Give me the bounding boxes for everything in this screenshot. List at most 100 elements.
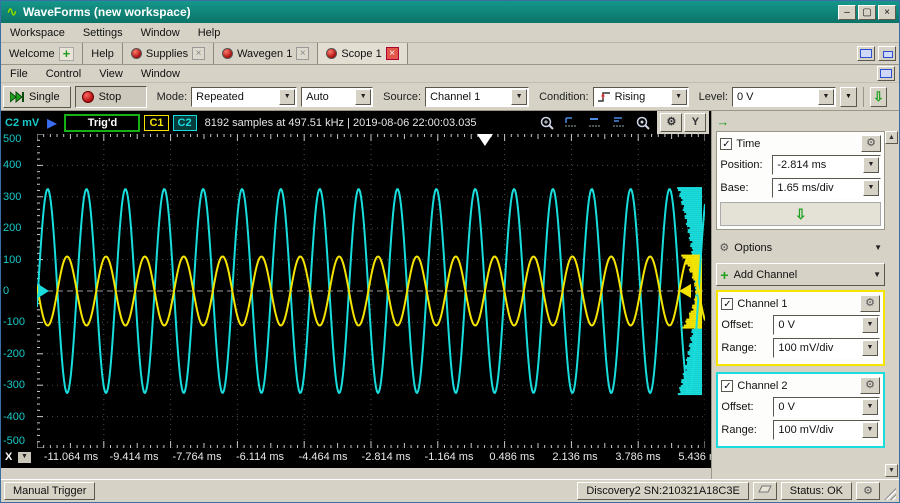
status-indicator[interactable]: Status: OK xyxy=(780,482,852,500)
channel1-settings-button[interactable]: ⚙ xyxy=(860,295,880,312)
tab-scope-1[interactable]: Scope 1 × xyxy=(318,43,408,64)
tab-close-icon[interactable]: × xyxy=(385,47,399,60)
x-axis-name[interactable]: X xyxy=(5,451,12,463)
resize-grip[interactable] xyxy=(884,488,896,500)
mdi-restore-button[interactable] xyxy=(877,66,895,81)
mode-value: Repeated xyxy=(196,90,244,103)
main-area: C2 mV ▶ Trig'd C1 C2 8192 samples at 497… xyxy=(1,111,899,479)
time-settings-button[interactable]: ⚙ xyxy=(861,135,881,152)
menu-item-view[interactable]: View xyxy=(90,66,132,82)
cursor-normal-icon[interactable] xyxy=(585,114,605,132)
condition-value: Rising xyxy=(614,90,646,103)
collapse-toolbar-button[interactable]: ⇩ xyxy=(869,86,887,107)
tab-help[interactable]: Help xyxy=(83,43,123,64)
maximize-button[interactable]: ▢ xyxy=(858,4,876,20)
menu-item-window[interactable]: Window xyxy=(132,66,189,82)
level-select[interactable]: 0 V ▼ xyxy=(731,86,836,107)
channel2-range-select[interactable]: 100 mV/div ▼ xyxy=(773,420,880,440)
channel1-checkbox[interactable]: ✓ xyxy=(721,297,734,310)
channel2-offset-value: 0 V xyxy=(778,401,795,413)
chevron-down-icon[interactable]: ▼ xyxy=(862,340,878,356)
options-row[interactable]: ⚙ Options ▼ xyxy=(716,236,885,259)
tab-wavegen-1[interactable]: Wavegen 1 × xyxy=(214,43,319,64)
log-button[interactable] xyxy=(752,482,777,500)
mdi-tile-button[interactable] xyxy=(878,46,896,61)
zoom-settings-icon[interactable] xyxy=(633,114,653,132)
scope-plot-canvas[interactable] xyxy=(36,133,706,449)
base-select[interactable]: 1.65 ms/div ▼ xyxy=(772,178,881,198)
chevron-down-icon[interactable]: ▼ xyxy=(863,180,879,196)
menu-item-file[interactable]: File xyxy=(1,66,37,82)
scope-display-column: C2 mV ▶ Trig'd C1 C2 8192 samples at 497… xyxy=(1,111,724,479)
chevron-down-icon[interactable]: ▼ xyxy=(862,399,878,415)
stop-button[interactable]: Stop xyxy=(74,85,147,108)
channel1-range-value: 100 mV/div xyxy=(778,342,834,354)
chevron-down-icon[interactable]: ▼ xyxy=(355,88,372,105)
panel-scroll-down-button[interactable]: ▼ xyxy=(885,464,898,477)
menu-item-settings[interactable]: Settings xyxy=(74,25,132,41)
chevron-down-icon[interactable]: ▼ xyxy=(279,88,296,105)
menu-item-window[interactable]: Window xyxy=(132,25,189,41)
add-channel-button[interactable]: + Add Channel ▼ xyxy=(716,263,885,286)
stop-icon xyxy=(81,90,94,103)
cursor-y-icon[interactable] xyxy=(609,114,629,132)
menu-item-workspace[interactable]: Workspace xyxy=(1,25,74,41)
channel2-offset-marker[interactable] xyxy=(38,284,49,298)
green-right-arrow-icon[interactable]: → xyxy=(716,113,729,131)
channel2-group: ✓ Channel 2 ⚙ Offset: 0 V ▼ Range: 100 m… xyxy=(716,372,885,448)
chevron-down-icon[interactable]: ▼ xyxy=(670,88,687,105)
source-select[interactable]: Channel 1 ▼ xyxy=(425,86,530,107)
channel2-offset-select[interactable]: 0 V ▼ xyxy=(773,397,880,417)
zoom-in-icon[interactable] xyxy=(537,114,557,132)
green-down-arrow-icon: ⇩ xyxy=(873,88,884,104)
channel1-offset-select[interactable]: 0 V ▼ xyxy=(773,315,880,335)
mode-select[interactable]: Repeated ▼ xyxy=(191,86,298,107)
tab-close-icon[interactable]: × xyxy=(192,47,206,60)
device-info[interactable]: Discovery2 SN:210321A18C3E xyxy=(577,482,749,500)
gear-icon: ⚙ xyxy=(865,379,875,391)
tab-welcome[interactable]: Welcome + xyxy=(1,43,84,64)
status-settings-button[interactable]: ⚙ xyxy=(856,482,880,500)
window-title: WaveForms (new workspace) xyxy=(23,5,191,19)
channel1-title: Channel 1 xyxy=(737,297,788,310)
tab-supplies[interactable]: Supplies × xyxy=(123,43,215,64)
channel2-badge[interactable]: C2 xyxy=(172,114,197,131)
channel1-badge[interactable]: C1 xyxy=(144,114,169,131)
menu-item-help[interactable]: Help xyxy=(189,25,230,41)
time-checkbox[interactable]: ✓ xyxy=(720,137,733,150)
tab-close-icon[interactable]: × xyxy=(296,47,310,60)
panel-scroll-up-button[interactable]: ▲ xyxy=(885,131,898,144)
x-axis-dropdown[interactable]: ▼ xyxy=(18,452,31,463)
scope-bottom-gap xyxy=(1,468,712,479)
chevron-down-icon[interactable]: ▼ xyxy=(862,422,878,438)
y-axis-unit-label[interactable]: C2 mV xyxy=(3,117,39,129)
manual-trigger-button[interactable]: Manual Trigger xyxy=(4,482,96,500)
toolbar-overflow-button[interactable]: ▼ xyxy=(839,86,857,107)
single-button[interactable]: Single xyxy=(3,85,71,108)
trigger-position-marker[interactable] xyxy=(476,134,493,146)
chevron-down-icon[interactable]: ▼ xyxy=(817,88,834,105)
close-button[interactable]: × xyxy=(878,4,896,20)
plot-settings-button[interactable]: ⚙ xyxy=(660,113,683,132)
tab-label: Wavegen 1 xyxy=(237,47,293,60)
channel2-settings-button[interactable]: ⚙ xyxy=(860,377,880,394)
mdi-cascade-button[interactable] xyxy=(857,46,875,61)
x-tick-label: -9.414 ms xyxy=(109,451,159,463)
minimize-button[interactable]: – xyxy=(838,4,856,20)
time-expand-button[interactable]: ⇩ xyxy=(720,202,881,226)
oscilloscope-plot[interactable] xyxy=(36,133,706,449)
chevron-down-icon[interactable]: ▼ xyxy=(862,317,878,333)
chevron-down-icon[interactable]: ▼ xyxy=(863,157,879,173)
acquisition-select[interactable]: Auto ▼ xyxy=(301,86,374,107)
position-select[interactable]: -2.814 ms ▼ xyxy=(772,155,881,175)
add-workspace-icon[interactable]: + xyxy=(58,46,75,61)
condition-select[interactable]: Rising ▼ xyxy=(592,86,689,107)
cursor-x-icon[interactable] xyxy=(561,114,581,132)
gear-icon: ⚙ xyxy=(719,242,730,254)
channel2-checkbox[interactable]: ✓ xyxy=(721,379,734,392)
channel1-range-select[interactable]: 100 mV/div ▼ xyxy=(773,338,880,358)
tab-label: Help xyxy=(91,47,114,60)
y-axis-button[interactable]: Y xyxy=(684,113,707,132)
menu-item-control[interactable]: Control xyxy=(37,66,90,82)
chevron-down-icon[interactable]: ▼ xyxy=(511,88,528,105)
